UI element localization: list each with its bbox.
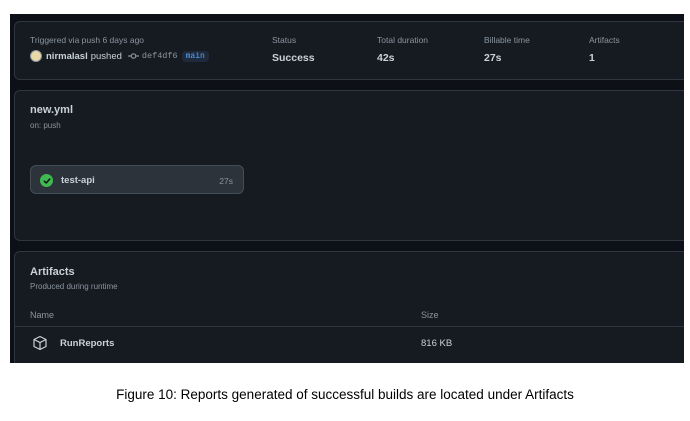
status-column: Status Success (272, 35, 315, 64)
artifacts-count-value[interactable]: 1 (589, 52, 620, 64)
commit-sha-link[interactable]: def4df6 (142, 51, 178, 61)
job-name: test-api (61, 175, 95, 186)
trigger-label: Triggered via push 6 days ago (30, 35, 145, 45)
duration-label: Total duration (377, 35, 429, 45)
git-commit-icon (127, 52, 139, 60)
screenshot-frame: Triggered via push 6 days ago nirmalasl … (10, 14, 684, 363)
artifact-size: 816 KB (421, 338, 453, 349)
workflow-graph-panel: new.yml on: push test-api 27s (14, 90, 684, 241)
billable-column: Billable time 27s (484, 35, 530, 64)
action-text: pushed (90, 50, 122, 62)
run-summary-panel: Triggered via push 6 days ago nirmalasl … (14, 21, 684, 80)
package-icon (32, 335, 48, 356)
artifacts-title: Artifacts (30, 266, 75, 278)
workflow-file-name: new.yml (30, 104, 73, 116)
branch-badge[interactable]: main (181, 50, 209, 62)
job-card-test-api[interactable]: test-api 27s (30, 165, 244, 194)
figure-caption: Figure 10: Reports generated of successf… (116, 387, 574, 402)
trigger-row: nirmalasl pushed def4df6 main (30, 50, 209, 62)
artifacts-panel: Artifacts Produced during runtime Name S… (14, 251, 684, 363)
check-circle-icon (40, 174, 53, 187)
actor-link[interactable]: nirmalasl (46, 51, 88, 62)
duration-column: Total duration 42s (377, 35, 428, 64)
artifacts-count-column: Artifacts 1 (589, 35, 620, 64)
status-label: Status (272, 35, 297, 45)
job-duration: 27s (219, 176, 233, 186)
column-size-header: Size (421, 310, 439, 320)
user-avatar[interactable] (30, 50, 42, 62)
artifacts-table-header: Name Size (15, 302, 684, 327)
billable-label: Billable time (484, 35, 530, 45)
workflow-trigger: on: push (30, 121, 61, 130)
status-value: Success (272, 52, 315, 64)
artifacts-subtitle: Produced during runtime (30, 282, 118, 291)
artifact-name-link[interactable]: RunReports (60, 338, 114, 349)
trigger-info: Triggered via push 6 days ago nirmalasl … (30, 35, 209, 62)
table-row[interactable]: RunReports 816 KB (15, 327, 684, 358)
column-name-header: Name (30, 310, 55, 320)
duration-value: 42s (377, 52, 395, 64)
billable-value: 27s (484, 52, 502, 64)
artifacts-count-label: Artifacts (589, 35, 620, 45)
